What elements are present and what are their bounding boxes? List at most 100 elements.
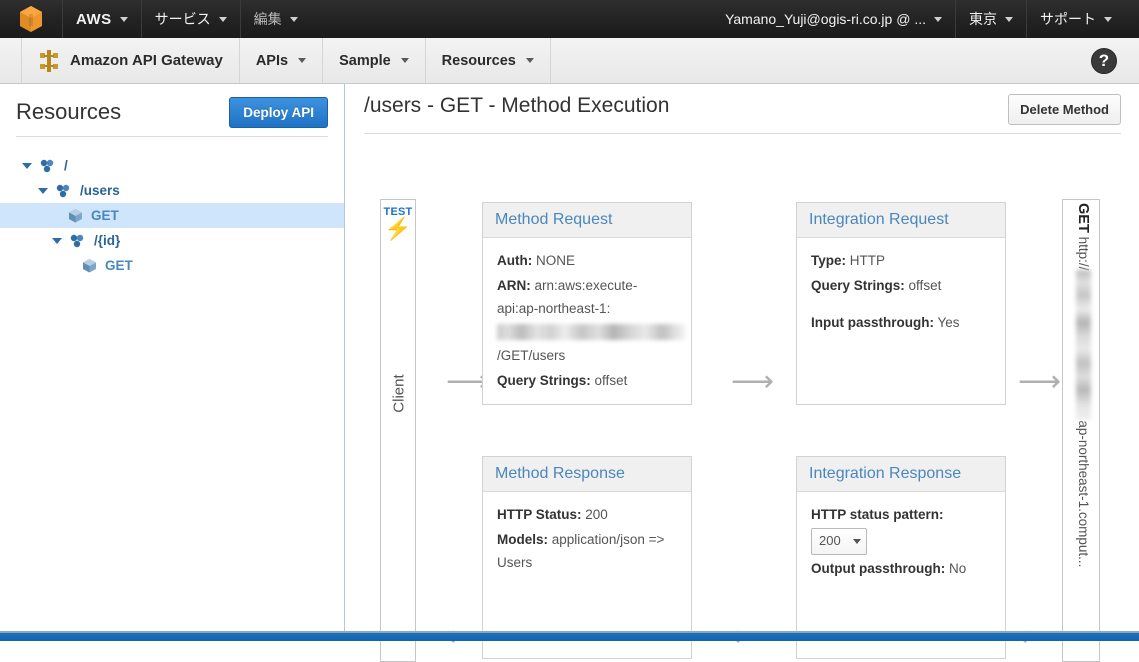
bottom-blue-bar [0, 633, 1139, 641]
tree-item-users-get-label: GET [91, 208, 119, 223]
topnav-item-account[interactable]: Yamano_Yuji@ogis-ri.co.jp @ ... [712, 0, 955, 38]
integration-request-query-value: offset [908, 278, 942, 294]
topnav-item-services[interactable]: サービス [142, 0, 240, 38]
integration-response-pattern-row: HTTP status pattern: 200 [811, 503, 991, 555]
chevron-down-icon [298, 58, 307, 63]
client-column: TEST ⚡ Client [380, 199, 416, 662]
service-nav-sample-label: Sample [339, 52, 391, 69]
method-response-title[interactable]: Method Response [483, 457, 691, 492]
method-response-status-value: 200 [585, 507, 608, 522]
topnav-item-aws-label: AWS [76, 10, 112, 28]
integration-request-type-value: HTTP [849, 253, 886, 268]
method-execution-diagram: TEST ⚡ Client ⟶ ⟶ ⟶ ⟵ ⟵ ⟵ Method Request… [346, 134, 1139, 662]
tree-item-users[interactable]: /users [0, 178, 344, 203]
http-status-pattern-select[interactable]: 200 [811, 528, 867, 555]
integration-request-passthrough-key: Input passthrough: [811, 315, 934, 331]
service-brand-label: Amazon API Gateway [70, 52, 223, 69]
endpoint-url-prefix: http:// [1076, 236, 1091, 271]
sidebar-header: Resources Deploy API [0, 84, 344, 130]
topnav-item-support[interactable]: サポート [1027, 0, 1125, 38]
integration-response-passthrough-row: Output passthrough: No [811, 557, 991, 580]
method-cube-icon [69, 209, 82, 223]
support-label: サポート [1040, 11, 1096, 27]
service-nav-resources[interactable]: Resources [426, 38, 551, 83]
deploy-api-button[interactable]: Deploy API [229, 96, 328, 128]
service-brand-api-gateway[interactable]: Amazon API Gateway [22, 38, 240, 83]
chevron-down-icon [119, 16, 128, 22]
service-navigation-bar: Amazon API Gateway APIs Sample Resources… [0, 38, 1139, 84]
help-icon-label: ? [1098, 50, 1110, 70]
service-nav-apis[interactable]: APIs [240, 38, 324, 83]
integration-response-body: HTTP status pattern: 200 Output passthro… [797, 492, 1005, 593]
service-nav-resources-label: Resources [441, 52, 516, 69]
method-request-auth-value: NONE [536, 253, 576, 268]
integration-response-box: Integration Response HTTP status pattern… [796, 456, 1006, 659]
topnav-item-edit[interactable]: 編集 [241, 0, 311, 38]
service-bar-spacer [551, 38, 1091, 83]
method-request-arn-row: ARN: arn:aws:execute-api:ap-northeast-1:… [497, 274, 685, 367]
redacted-account-id [497, 323, 685, 340]
service-nav-sample[interactable]: Sample [323, 38, 426, 83]
method-request-query-row: Query Strings: offset [497, 369, 677, 392]
chevron-down-icon [852, 538, 861, 544]
method-execution-title: /users - GET - Method Execution [364, 94, 670, 117]
method-cube-icon [83, 259, 96, 273]
integration-request-query-row: Query Strings: offset [811, 274, 991, 297]
redacted-endpoint-host [1076, 270, 1091, 421]
method-response-models-row: Models: application/json => Users [497, 528, 677, 574]
chevron-down-icon [525, 58, 534, 63]
arrow-integration-request-to-endpoint: ⟶ [1018, 365, 1062, 398]
chevron-down-icon[interactable] [22, 162, 32, 169]
endpoint-method: GET [1075, 203, 1091, 233]
integration-request-query-key: Query Strings: [811, 278, 905, 294]
method-request-box: Method Request Auth: NONE ARN: arn:aws:e… [482, 202, 692, 405]
method-response-body: HTTP Status: 200 Models: application/jso… [483, 492, 691, 588]
tree-item-root-label: / [64, 158, 68, 173]
integration-request-body: Type: HTTP Query Strings: offset Input p… [797, 238, 1005, 348]
chevron-down-icon [289, 16, 298, 22]
service-nav-apis-label: APIs [255, 52, 289, 69]
topnav-item-aws[interactable]: AWS [63, 0, 141, 38]
method-request-title[interactable]: Method Request [483, 203, 691, 238]
delete-method-button[interactable]: Delete Method [1008, 94, 1121, 125]
resource-node-icon [70, 234, 84, 248]
method-response-box: Method Response HTTP Status: 200 Models:… [482, 456, 692, 659]
api-gateway-icon [40, 49, 58, 72]
method-request-query-value: offset [594, 373, 628, 389]
integration-response-title[interactable]: Integration Response [797, 457, 1005, 492]
aws-top-navigation-bar: AWS サービス 編集 Yamano_Yuji@ogis-ri.co.jp @ … [0, 0, 1139, 38]
method-request-auth-row: Auth: NONE [497, 249, 677, 272]
integration-request-title[interactable]: Integration Request [797, 203, 1005, 238]
client-label: Client [390, 374, 408, 413]
integration-request-box: Integration Request Type: HTTP Query Str… [796, 202, 1006, 405]
tree-item-root[interactable]: / [0, 153, 344, 178]
chevron-down-icon[interactable] [38, 187, 48, 194]
help-question-mark-icon[interactable]: ? [1091, 47, 1117, 74]
help-wrap: ? [1091, 38, 1139, 83]
aws-logo[interactable] [0, 0, 62, 38]
endpoint-column: GET http:// ap-northeast-1.comput... [1062, 199, 1100, 662]
tree-item-users-label: /users [80, 183, 120, 198]
resources-sidebar: Resources Deploy API / /users GET /{id} … [0, 84, 345, 633]
tree-item-id[interactable]: /{id} [0, 228, 344, 253]
integration-response-passthrough-key: Output passthrough: [811, 560, 946, 576]
method-response-status-row: HTTP Status: 200 [497, 503, 677, 526]
tree-item-id-get-label: GET [105, 258, 133, 273]
topnav-item-region[interactable]: 東京 [956, 0, 1026, 38]
http-status-pattern-value: 200 [819, 533, 841, 549]
chevron-down-icon[interactable] [52, 237, 62, 244]
tree-item-id-get[interactable]: GET [0, 253, 344, 278]
method-request-query-key: Query Strings: [497, 373, 591, 389]
integration-request-type-row: Type: HTTP [811, 249, 991, 272]
resource-node-icon [56, 184, 70, 198]
arrow-method-request-to-integration-request: ⟶ [731, 365, 775, 398]
method-request-auth-key: Auth: [497, 253, 533, 268]
aws-cube-logo-icon [20, 6, 42, 32]
method-response-models-key: Models: [497, 532, 549, 548]
integration-response-pattern-key: HTTP status pattern: [811, 507, 944, 522]
lightning-bolt-icon[interactable]: ⚡ [384, 218, 411, 240]
endpoint-url-suffix: ap-northeast-1.comput... [1076, 420, 1091, 568]
region-label: 東京 [969, 11, 997, 27]
tree-item-users-get[interactable]: GET [0, 203, 344, 228]
integration-request-passthrough-row: Input passthrough: Yes [811, 311, 991, 334]
